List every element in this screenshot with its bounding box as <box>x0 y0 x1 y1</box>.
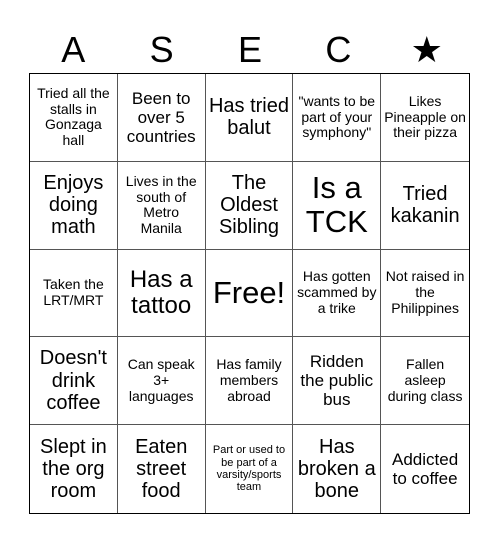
bingo-cell[interactable]: Has gotten scammed by a trike <box>293 249 382 338</box>
bingo-cell[interactable]: Doesn't drink coffee <box>30 337 118 426</box>
bingo-cell[interactable]: Been to over 5 countries <box>117 74 206 162</box>
bingo-cell[interactable]: Tried kakanin <box>381 162 469 250</box>
bingo-cell[interactable]: Is a TCK <box>293 161 382 250</box>
bingo-cell[interactable]: Lives in the south of Metro Manila <box>117 161 206 250</box>
bingo-cell[interactable]: Has a tattoo <box>117 249 206 338</box>
bingo-cell[interactable]: Eaten street food <box>118 425 206 513</box>
bingo-cell[interactable]: "wants to be part of your symphony" <box>293 74 382 162</box>
free-space[interactable]: Free! <box>205 249 294 338</box>
bingo-board: Tried all the stalls in Gonzaga hall Bee… <box>29 73 470 514</box>
bingo-cell[interactable]: Fallen asleep during class <box>381 337 469 426</box>
bingo-cell[interactable]: Taken the LRT/MRT <box>30 249 118 338</box>
bingo-cell[interactable]: Enjoys doing math <box>30 161 118 250</box>
bingo-cell[interactable]: Tried all the stalls in Gonzaga hall <box>30 74 118 162</box>
bingo-cell[interactable]: Ridden the public bus <box>293 337 382 426</box>
bingo-cell[interactable]: Has broken a bone <box>293 425 382 513</box>
bingo-cell[interactable]: Likes Pineapple on their pizza <box>381 74 469 162</box>
star-icon: ★ <box>410 29 443 70</box>
header-letter-e: E <box>237 29 262 70</box>
header-letter-s: S <box>149 29 174 70</box>
bingo-cell[interactable]: Slept in the org room <box>30 425 118 513</box>
bingo-cell[interactable]: Has tried balut <box>205 74 294 162</box>
bingo-cell[interactable]: Not raised in the Philippines <box>381 250 469 338</box>
header-letter-a: A <box>61 29 86 70</box>
bingo-header: A S E C ★ <box>29 28 471 72</box>
bingo-cell[interactable]: Addicted to coffee <box>381 425 469 513</box>
bingo-cell[interactable]: Can speak 3+ languages <box>117 337 206 426</box>
bingo-cell[interactable]: Has family members abroad <box>205 337 294 426</box>
bingo-cell[interactable]: The Oldest Sibling <box>205 161 294 250</box>
bingo-cell[interactable]: Part or used to be part of a varsity/spo… <box>206 425 294 513</box>
header-letter-c: C <box>325 29 352 70</box>
